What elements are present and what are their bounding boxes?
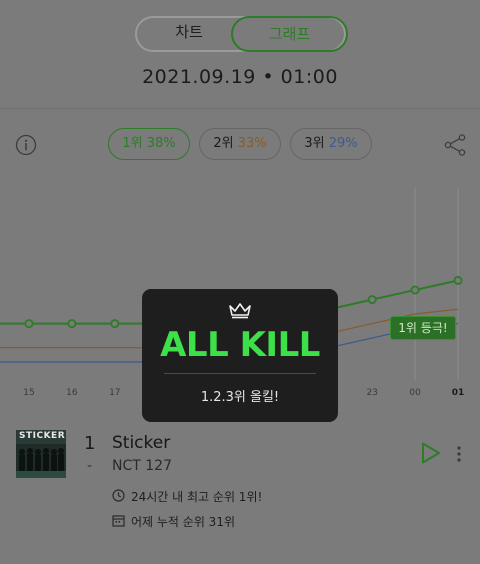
modal-divider: [164, 373, 316, 374]
tab-chart[interactable]: 차트: [137, 16, 241, 52]
crown-icon: [229, 303, 251, 319]
x-tick-label: 00: [409, 388, 421, 398]
all-kill-subtitle: 1.2.3위 올킬!: [200, 390, 280, 405]
data-point[interactable]: [453, 275, 463, 285]
play-icon[interactable]: [420, 441, 442, 465]
data-point[interactable]: [367, 295, 377, 305]
album-art-figures: [16, 444, 66, 478]
data-point[interactable]: [410, 285, 420, 295]
rank-up-badge: 1위 등극!: [390, 316, 456, 340]
rank-pill-1[interactable]: 1위 38%: [108, 128, 190, 160]
more-icon[interactable]: [455, 445, 463, 463]
clock-icon: [112, 489, 125, 502]
peak-rank-text: 24시간 내 최고 순위 1위!: [131, 490, 263, 504]
artist-name[interactable]: NCT 127: [112, 458, 172, 474]
rank-change: -: [87, 458, 93, 474]
rank-pill-percent: 33%: [237, 136, 267, 151]
x-tick-label: 17: [109, 388, 121, 398]
rank-pill-2[interactable]: 2위 33%: [199, 128, 281, 160]
rank-pill-3[interactable]: 3위 29%: [290, 128, 372, 160]
song-title[interactable]: Sticker: [112, 433, 170, 453]
tab-graph[interactable]: 그래프: [231, 16, 348, 52]
cumulative-rank-text: 어제 누적 순위 31위: [131, 515, 235, 529]
peak-rank-info: 24시간 내 최고 순위 1위!: [112, 488, 332, 504]
calendar-icon: [112, 515, 125, 527]
rank-pill-label: 2위: [213, 136, 234, 151]
data-point[interactable]: [67, 319, 77, 329]
all-kill-title: ALL KILL: [160, 325, 320, 365]
x-tick-label: 23: [366, 388, 378, 398]
view-toggle: 차트 그래프: [135, 16, 348, 52]
album-art[interactable]: STICKER: [16, 430, 66, 478]
rank-pill-percent: 29%: [328, 136, 358, 151]
data-point[interactable]: [110, 319, 120, 329]
song-rank: 1: [84, 433, 96, 454]
data-point[interactable]: [24, 319, 34, 329]
rank-pill-label: 1위: [122, 136, 143, 151]
share-icon[interactable]: [443, 133, 467, 157]
cumulative-rank-info: 어제 누적 순위 31위: [112, 513, 332, 529]
x-tick-label: 16: [66, 388, 78, 398]
rank-pill-percent: 38%: [146, 136, 176, 151]
header-divider: [0, 108, 480, 109]
x-tick-label: 15: [23, 388, 35, 398]
chart-datetime: 2021.09.19 • 01:00: [142, 66, 338, 88]
all-kill-modal: ALL KILL 1.2.3위 올킬!: [142, 289, 338, 422]
rank-pill-label: 3위: [304, 136, 325, 151]
x-tick-label: 01: [451, 388, 465, 398]
info-icon[interactable]: [15, 134, 37, 156]
